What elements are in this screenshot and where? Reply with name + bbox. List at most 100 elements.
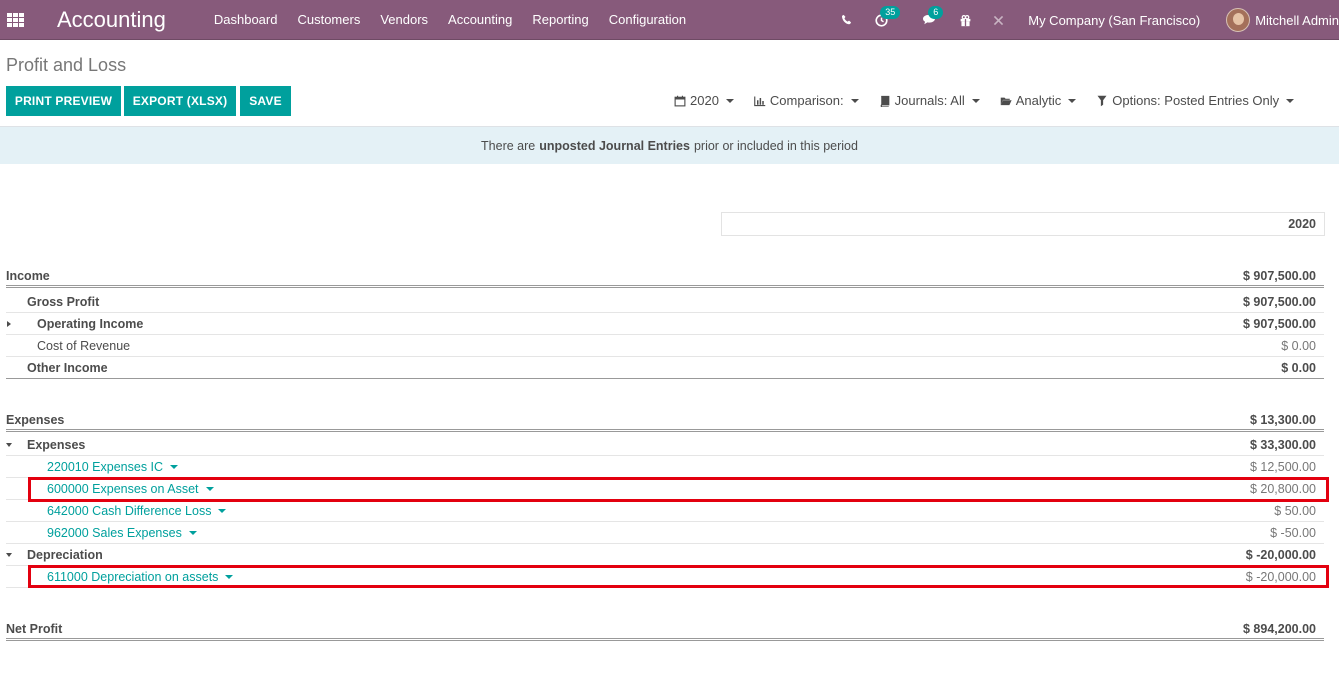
collapse-caret-icon[interactable] <box>6 442 12 447</box>
messages-badge: 6 <box>928 6 944 19</box>
row-amount: $ 50.00 <box>1274 503 1316 518</box>
menu-item-vendors[interactable]: Vendors <box>380 12 428 27</box>
options-filter-label: Options: Posted Entries Only <box>1112 93 1280 108</box>
activity-clock-icon[interactable]: 35 <box>871 0 905 40</box>
row-label: Gross Profit <box>27 294 100 309</box>
row-account-962000[interactable]: 962000 Sales Expenses $ -50.00 <box>6 522 1324 544</box>
caret-down-icon <box>1286 98 1295 103</box>
journals-filter-label: Journals: All <box>894 93 965 108</box>
save-button[interactable]: SAVE <box>240 86 291 116</box>
journals-filter[interactable]: Journals: All <box>879 93 980 108</box>
expand-caret-icon[interactable] <box>7 320 11 327</box>
row-amount: $ 20,800.00 <box>1249 481 1316 496</box>
row-amount: $ -20,000.00 <box>1245 547 1316 562</box>
control-panel: Profit and Loss PRINT PREVIEW EXPORT (XL… <box>0 41 1339 127</box>
date-filter[interactable]: 2020 <box>674 93 734 108</box>
user-name: Mitchell Admin <box>1255 12 1339 28</box>
alert-prefix: There are <box>481 138 536 153</box>
row-label: Operating Income <box>37 316 144 331</box>
messages-icon[interactable]: 6 <box>919 0 953 40</box>
row-expenses-section: Expenses $ 13,300.00 <box>6 410 1324 432</box>
row-expenses[interactable]: Expenses $ 33,300.00 <box>6 434 1324 456</box>
page-title: Profit and Loss <box>6 55 127 75</box>
row-account-600000[interactable]: 600000 Expenses on Asset $ 20,800.00 <box>6 478 1324 500</box>
caret-down-icon <box>971 98 980 103</box>
caret-down-icon[interactable] <box>218 508 227 513</box>
row-amount: $ -20,000.00 <box>1245 569 1316 584</box>
menu-item-dashboard[interactable]: Dashboard <box>214 12 278 27</box>
debug-tools-icon[interactable] <box>988 0 1008 40</box>
account-link[interactable]: 611000 Depreciation on assets <box>6 570 1246 584</box>
comparison-filter[interactable]: Comparison: <box>754 93 859 108</box>
date-filter-label: 2020 <box>690 93 719 108</box>
caret-down-icon[interactable] <box>205 486 214 491</box>
row-label: Expenses <box>6 412 65 427</box>
caret-down-icon <box>1068 98 1077 103</box>
book-icon <box>880 95 889 107</box>
menu-item-customers[interactable]: Customers <box>297 12 360 27</box>
row-other-income: Other Income $ 0.00 <box>6 357 1324 379</box>
alert-suffix: prior or included in this period <box>693 138 858 153</box>
row-label: Depreciation <box>27 547 103 562</box>
company-switcher[interactable]: My Company (San Francisco) <box>1028 13 1200 28</box>
account-link[interactable]: 220010 Expenses IC <box>6 460 1250 474</box>
row-amount: $ 907,500.00 <box>1243 268 1316 283</box>
row-account-611000[interactable]: 611000 Depreciation on assets $ -20,000.… <box>6 566 1324 588</box>
row-label: Cost of Revenue <box>37 338 131 353</box>
user-menu[interactable]: Mitchell Admin <box>1226 8 1339 32</box>
user-avatar <box>1226 8 1251 32</box>
row-operating-income[interactable]: Operating Income $ 907,500.00 <box>6 313 1324 335</box>
unposted-entries-link[interactable]: unposted Journal Entries <box>539 139 690 153</box>
row-label: Income <box>6 268 50 283</box>
row-account-220010[interactable]: 220010 Expenses IC $ 12,500.00 <box>6 456 1324 478</box>
analytic-filter-label: Analytic <box>1015 93 1062 108</box>
menu-item-configuration[interactable]: Configuration <box>609 12 686 27</box>
row-account-642000[interactable]: 642000 Cash Difference Loss $ 50.00 <box>6 500 1324 522</box>
row-amount: $ 907,500.00 <box>1243 294 1316 309</box>
menu-item-accounting[interactable]: Accounting <box>448 12 512 27</box>
account-link[interactable]: 642000 Cash Difference Loss <box>6 504 1274 518</box>
row-amount: $ -50.00 <box>1270 525 1316 540</box>
main-menu: Dashboard Customers Vendors Accounting R… <box>214 12 706 27</box>
account-link-label[interactable]: 611000 Depreciation on assets <box>47 570 218 584</box>
row-gross-profit: Gross Profit $ 907,500.00 <box>6 291 1324 313</box>
gift-icon[interactable] <box>955 0 975 40</box>
options-filter[interactable]: Options: Posted Entries Only <box>1096 93 1295 108</box>
row-label: Other Income <box>27 360 108 375</box>
account-link[interactable]: 962000 Sales Expenses <box>6 526 1270 540</box>
row-amount: $ 894,200.00 <box>1243 621 1316 636</box>
report-filters: 2020 Comparison: Journals: All Analytic … <box>674 93 1314 108</box>
row-label: Expenses <box>27 437 86 452</box>
caret-down-icon[interactable] <box>225 574 234 579</box>
export-xlsx-button[interactable]: EXPORT (XLSX) <box>124 86 236 116</box>
row-net-profit: Net Profit $ 894,200.00 <box>6 619 1324 641</box>
unposted-entries-alert: There are unposted Journal Entries prior… <box>0 127 1339 164</box>
account-link-label[interactable]: 220010 Expenses IC <box>47 460 163 474</box>
calendar-icon <box>674 95 686 106</box>
row-amount: $ 0.00 <box>1281 360 1316 375</box>
analytic-filter[interactable]: Analytic <box>1000 93 1077 108</box>
app-brand[interactable]: Accounting <box>57 7 166 33</box>
account-link-label[interactable]: 962000 Sales Expenses <box>47 526 182 540</box>
row-depreciation[interactable]: Depreciation $ -20,000.00 <box>6 544 1324 566</box>
account-link-label[interactable]: 600000 Expenses on Asset <box>47 482 199 496</box>
row-income: Income $ 907,500.00 <box>6 266 1324 288</box>
bar-chart-icon <box>754 96 766 106</box>
apps-menu-icon[interactable] <box>7 12 25 27</box>
phone-icon[interactable] <box>837 0 857 40</box>
caret-down-icon <box>725 98 734 103</box>
row-label: Net Profit <box>6 621 63 636</box>
print-preview-button[interactable]: PRINT PREVIEW <box>6 86 121 116</box>
caret-down-icon[interactable] <box>170 464 179 469</box>
collapse-caret-icon[interactable] <box>6 552 12 557</box>
folder-open-icon <box>1000 97 1012 105</box>
menu-item-reporting[interactable]: Reporting <box>532 12 588 27</box>
systray: 35 6 My Company (San Francisco) Mitchell… <box>837 0 1339 40</box>
row-amount: $ 33,300.00 <box>1249 437 1316 452</box>
row-amount: $ 907,500.00 <box>1243 316 1316 331</box>
column-header-2020: 2020 <box>721 212 1325 236</box>
caret-down-icon[interactable] <box>188 530 197 535</box>
account-link[interactable]: 600000 Expenses on Asset <box>6 482 1250 496</box>
row-amount: $ 0.00 <box>1281 338 1316 353</box>
account-link-label[interactable]: 642000 Cash Difference Loss <box>47 504 211 518</box>
